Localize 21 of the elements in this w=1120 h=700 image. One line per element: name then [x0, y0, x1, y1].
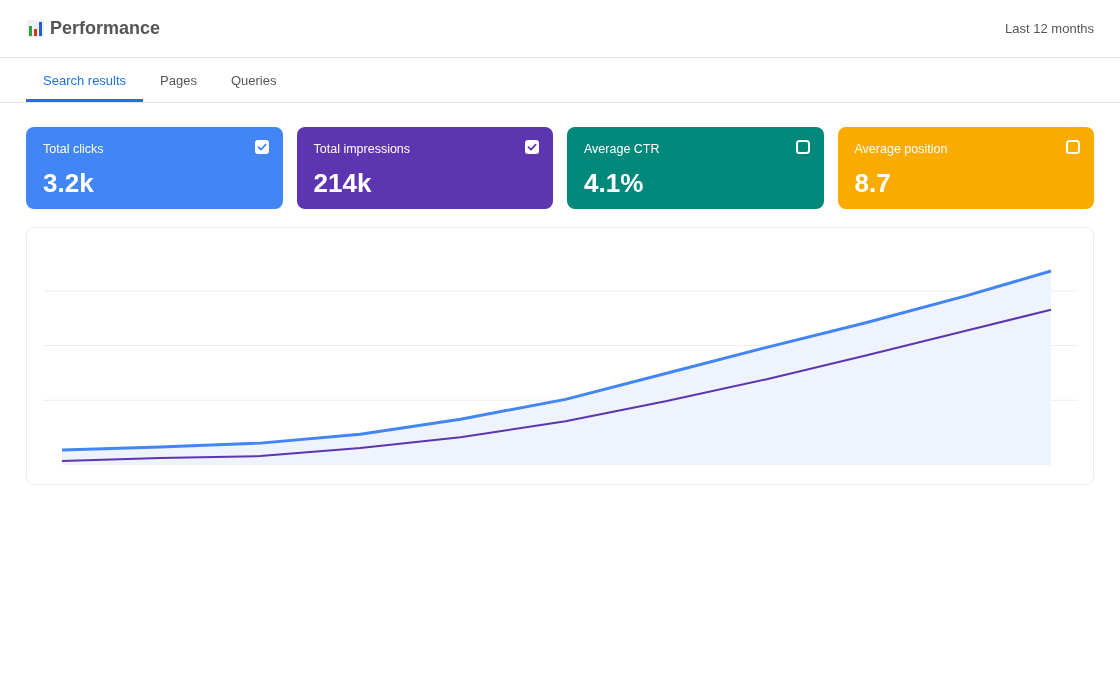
- checkbox[interactable]: [525, 140, 539, 154]
- metric-value: 4.1%: [584, 168, 644, 200]
- page-title: Performance: [50, 18, 161, 39]
- tab[interactable]: Search results: [26, 58, 144, 102]
- metric-card[interactable]: Average CTR 4.1%: [567, 127, 824, 209]
- metric-card[interactable]: Total impressions 214k: [296, 127, 553, 209]
- metric-value: 214k: [313, 168, 372, 200]
- bar-chart-icon: [27, 20, 44, 37]
- metric-label: Average CTR: [584, 141, 660, 157]
- tab[interactable]: Queries: [213, 58, 294, 102]
- metric-card[interactable]: Total clicks 3.2k: [26, 127, 283, 209]
- metric-label: Total impressions: [313, 141, 411, 157]
- metric-value: 8.7: [854, 168, 891, 200]
- tab[interactable]: Pages: [143, 58, 214, 102]
- checkbox[interactable]: [795, 140, 810, 154]
- metric-label: Total clicks: [43, 141, 104, 157]
- date-range[interactable]: Last 12 months: [1005, 21, 1094, 36]
- checkbox[interactable]: [1066, 140, 1080, 154]
- checkbox[interactable]: [254, 140, 269, 154]
- metric-value: 3.2k: [43, 168, 94, 200]
- metric-label: Average position: [854, 141, 948, 157]
